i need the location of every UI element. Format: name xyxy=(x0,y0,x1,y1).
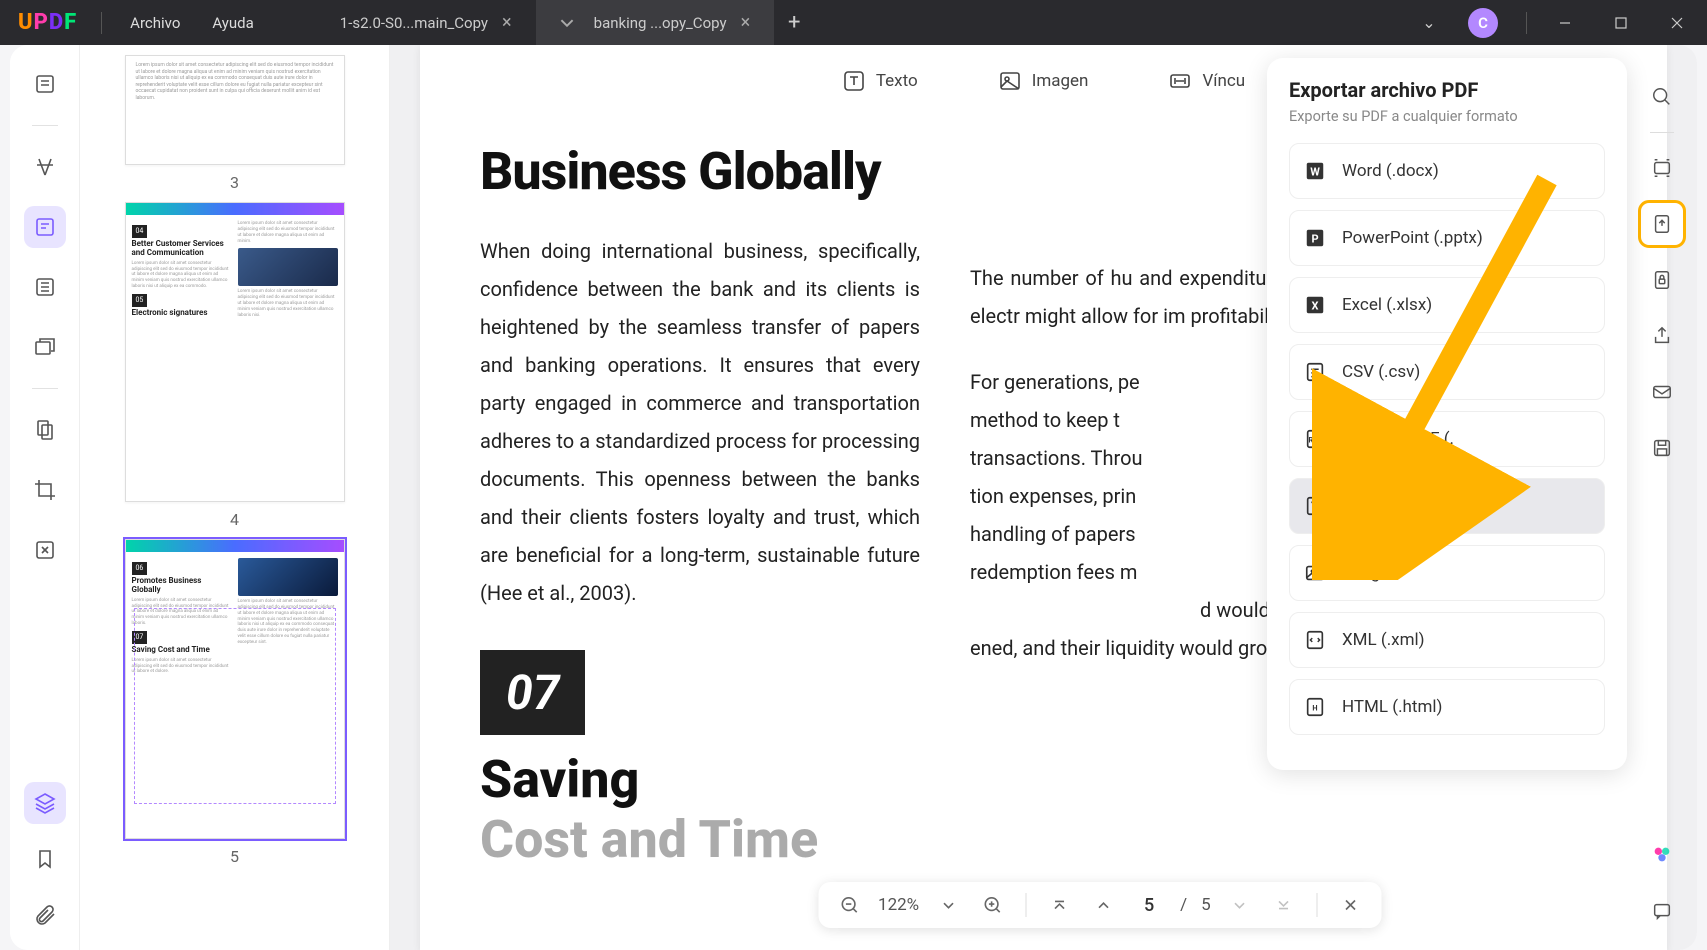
thumbnail-number: 3 xyxy=(110,173,359,192)
tab-0[interactable]: 1-s2.0-S0...main_Copy × xyxy=(316,0,536,45)
next-page-button[interactable] xyxy=(1225,890,1255,920)
word-icon: W xyxy=(1304,160,1326,182)
close-icon[interactable]: × xyxy=(741,12,751,33)
protect-button[interactable] xyxy=(1641,259,1683,301)
attachment-button[interactable] xyxy=(24,894,66,936)
thumbnail-page-5[interactable]: 06 Promotes Business Globally Lorem ipsu… xyxy=(110,539,359,866)
organize-pages-button[interactable] xyxy=(24,266,66,308)
export-xml-option[interactable]: XML (.xml) xyxy=(1289,612,1605,668)
export-title: Exportar archivo PDF xyxy=(1289,78,1605,102)
tab-1[interactable]: banking ...opy_Copy × xyxy=(536,0,775,45)
page-heading: Business Globally xyxy=(480,145,920,200)
excel-icon: X xyxy=(1304,294,1326,316)
xml-icon xyxy=(1304,629,1326,651)
crop-tool-button[interactable] xyxy=(24,469,66,511)
redact-tool-button[interactable] xyxy=(24,326,66,368)
chevron-down-icon[interactable] xyxy=(560,16,574,30)
export-ppt-option[interactable]: P PowerPoint (.pptx) xyxy=(1289,210,1605,266)
thumbnail-number: 4 xyxy=(110,510,359,529)
csv-icon xyxy=(1304,361,1326,383)
window-maximize-button[interactable] xyxy=(1597,0,1645,45)
edit-text-button[interactable]: Texto xyxy=(842,69,918,93)
email-button[interactable] xyxy=(1641,371,1683,413)
window-close-button[interactable] xyxy=(1653,0,1701,45)
export-subtitle: Exporte su PDF a cualquier formato xyxy=(1289,108,1605,125)
tabs-overflow-chevron-icon[interactable]: ⌄ xyxy=(1412,13,1446,32)
section-heading: Saving xyxy=(480,753,920,808)
first-page-button[interactable] xyxy=(1044,890,1074,920)
rtf-icon: RTF xyxy=(1304,428,1326,450)
export-txt-option[interactable]: Texto (.txt) xyxy=(1289,478,1605,534)
section-number-badge: 07 xyxy=(480,650,585,735)
menu-help[interactable]: Ayuda xyxy=(212,14,253,32)
right-toolbar xyxy=(1627,58,1697,950)
main-menu: Archivo Ayuda xyxy=(108,14,276,32)
thumbnail-page-4[interactable]: 04 Better Customer Services and Communic… xyxy=(110,202,359,529)
section-heading: Cost and Time xyxy=(480,813,920,868)
window-minimize-button[interactable] xyxy=(1541,0,1589,45)
thumbnail-page-3[interactable]: Lorem ipsum dolor sit amet consectetur a… xyxy=(110,55,359,192)
comment-panel-button[interactable] xyxy=(1641,890,1683,932)
edit-link-button[interactable]: Víncu xyxy=(1168,69,1245,93)
export-excel-option[interactable]: X Excel (.xlsx) xyxy=(1289,277,1605,333)
edit-tool-button[interactable] xyxy=(24,206,66,248)
edit-image-button[interactable]: Imagen xyxy=(998,69,1089,93)
svg-text:X: X xyxy=(1312,300,1319,313)
zoom-dropdown-icon[interactable] xyxy=(933,890,963,920)
thumbnail-number: 5 xyxy=(110,847,359,866)
zoom-level: 122% xyxy=(878,895,919,915)
image-icon xyxy=(998,69,1022,93)
document-tabs: 1-s2.0-S0...main_Copy × banking ...opy_C… xyxy=(316,0,814,45)
ai-assistant-button[interactable] xyxy=(1641,834,1683,876)
close-navigator-button[interactable] xyxy=(1336,890,1366,920)
reader-mode-button[interactable] xyxy=(24,63,66,105)
svg-text:W: W xyxy=(1310,166,1320,179)
text-file-icon xyxy=(1304,495,1326,517)
svg-text:P: P xyxy=(1311,233,1318,246)
page-tools-button[interactable] xyxy=(24,409,66,451)
page-separator: / xyxy=(1180,895,1187,915)
comment-tool-button[interactable] xyxy=(24,146,66,188)
bookmark-button[interactable] xyxy=(24,838,66,880)
thumbnails-panel[interactable]: Lorem ipsum dolor sit amet consectetur a… xyxy=(80,45,390,950)
export-file-button[interactable] xyxy=(1641,203,1683,245)
export-word-option[interactable]: W Word (.docx) xyxy=(1289,143,1605,199)
zoom-out-button[interactable] xyxy=(834,890,864,920)
user-avatar[interactable]: C xyxy=(1468,8,1498,38)
page-input[interactable] xyxy=(1132,895,1166,916)
selection-rectangle xyxy=(134,608,336,804)
layers-button[interactable] xyxy=(24,782,66,824)
svg-text:H: H xyxy=(1312,704,1317,713)
tab-label: 1-s2.0-S0...main_Copy xyxy=(340,14,488,32)
prev-page-button[interactable] xyxy=(1088,890,1118,920)
left-toolbar xyxy=(10,45,80,950)
zoom-in-button[interactable] xyxy=(977,890,1007,920)
powerpoint-icon: P xyxy=(1304,227,1326,249)
last-page-button[interactable] xyxy=(1269,890,1299,920)
paragraph: When doing international business, speci… xyxy=(480,232,920,612)
tab-label: banking ...opy_Copy xyxy=(594,14,727,32)
image-file-icon xyxy=(1304,562,1326,584)
html-icon: H xyxy=(1304,696,1326,718)
tools-button[interactable] xyxy=(24,529,66,571)
close-icon[interactable]: × xyxy=(502,12,512,33)
save-button[interactable] xyxy=(1641,427,1683,469)
ocr-button[interactable] xyxy=(1641,147,1683,189)
page-navigator: 122% / 5 xyxy=(818,882,1382,928)
export-csv-option[interactable]: CSV (.csv) xyxy=(1289,344,1605,400)
new-tab-button[interactable]: + xyxy=(774,0,814,45)
page-total: 5 xyxy=(1201,895,1211,915)
link-icon xyxy=(1168,69,1192,93)
export-html-option[interactable]: H HTML (.html) xyxy=(1289,679,1605,735)
svg-text:RTF: RTF xyxy=(1308,436,1321,445)
export-panel: Exportar archivo PDF Exporte su PDF a cu… xyxy=(1267,58,1627,770)
share-button[interactable] xyxy=(1641,315,1683,357)
titlebar: UPDF Archivo Ayuda 1-s2.0-S0...main_Copy… xyxy=(0,0,1707,45)
text-icon xyxy=(842,69,866,93)
export-image-option[interactable]: Imagen xyxy=(1289,545,1605,601)
app-logo: UPDF xyxy=(0,10,95,35)
menu-file[interactable]: Archivo xyxy=(130,14,180,32)
export-rtf-option[interactable]: RTF Formato RTF (. xyxy=(1289,411,1605,467)
